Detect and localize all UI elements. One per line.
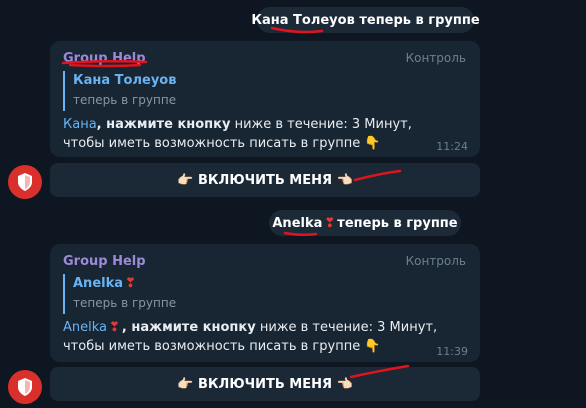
join-notice-text: теперь в группе bbox=[359, 12, 480, 28]
heart-exclamation-icon: ❣ bbox=[324, 215, 336, 231]
reply-text: теперь в группе bbox=[73, 296, 177, 310]
shield-icon bbox=[18, 378, 32, 396]
sender-name[interactable]: Group Help bbox=[63, 51, 146, 66]
admin-badge: Контроль bbox=[405, 51, 466, 65]
bot-message: Group Help Контроль Anelka ❣ теперь в гру… bbox=[50, 244, 480, 362]
reply-quote[interactable]: Кана Толеуов теперь в группе bbox=[63, 71, 176, 111]
heart-exclamation-icon: ❣ bbox=[109, 320, 120, 335]
user-mention[interactable]: Anelka bbox=[63, 320, 107, 335]
sender-name[interactable]: Group Help bbox=[63, 254, 146, 269]
reply-quote[interactable]: Anelka ❣ теперь в группе bbox=[63, 274, 176, 314]
message-text: Anelka ❣, нажмите кнопку ниже в течение: … bbox=[63, 318, 453, 356]
join-notice-text: теперь в группе bbox=[337, 215, 458, 231]
message-time: 11:39 bbox=[436, 345, 468, 358]
admin-badge: Контроль bbox=[405, 254, 466, 268]
user-mention[interactable]: Кана bbox=[63, 117, 97, 132]
bot-message: Group Help Контроль Кана Толеуов теперь … bbox=[50, 41, 480, 157]
shield-icon bbox=[18, 173, 32, 191]
reply-name: Anelka ❣ bbox=[73, 274, 176, 294]
reply-name-text: Anelka bbox=[73, 276, 124, 291]
enable-me-button[interactable]: 👉🏻 ВКЛЮЧИТЬ МЕНЯ 👈🏻 bbox=[50, 163, 480, 197]
bot-avatar[interactable] bbox=[8, 370, 42, 404]
join-notice: Кана Толеуов теперь в группе bbox=[251, 7, 480, 33]
heart-exclamation-icon: ❣ bbox=[125, 276, 136, 291]
reply-text: теперь в группе bbox=[73, 93, 177, 107]
message-text: Кана, нажмите кнопку ниже в течение: 3 М… bbox=[63, 115, 453, 153]
message-time: 11:24 bbox=[436, 140, 468, 153]
join-notice-name: Anelka bbox=[272, 215, 323, 231]
message-bold: , нажмите кнопку bbox=[96, 117, 231, 132]
reply-name: Кана Толеуов bbox=[73, 73, 177, 88]
bot-avatar[interactable] bbox=[8, 165, 42, 199]
join-notice-name: Кана Толеуов bbox=[251, 12, 355, 28]
message-bold: , нажмите кнопку bbox=[121, 320, 256, 335]
join-notice: Anelka ❣ теперь в группе bbox=[269, 210, 461, 236]
enable-me-button[interactable]: 👉🏻 ВКЛЮЧИТЬ МЕНЯ 👈🏻 bbox=[50, 367, 480, 401]
